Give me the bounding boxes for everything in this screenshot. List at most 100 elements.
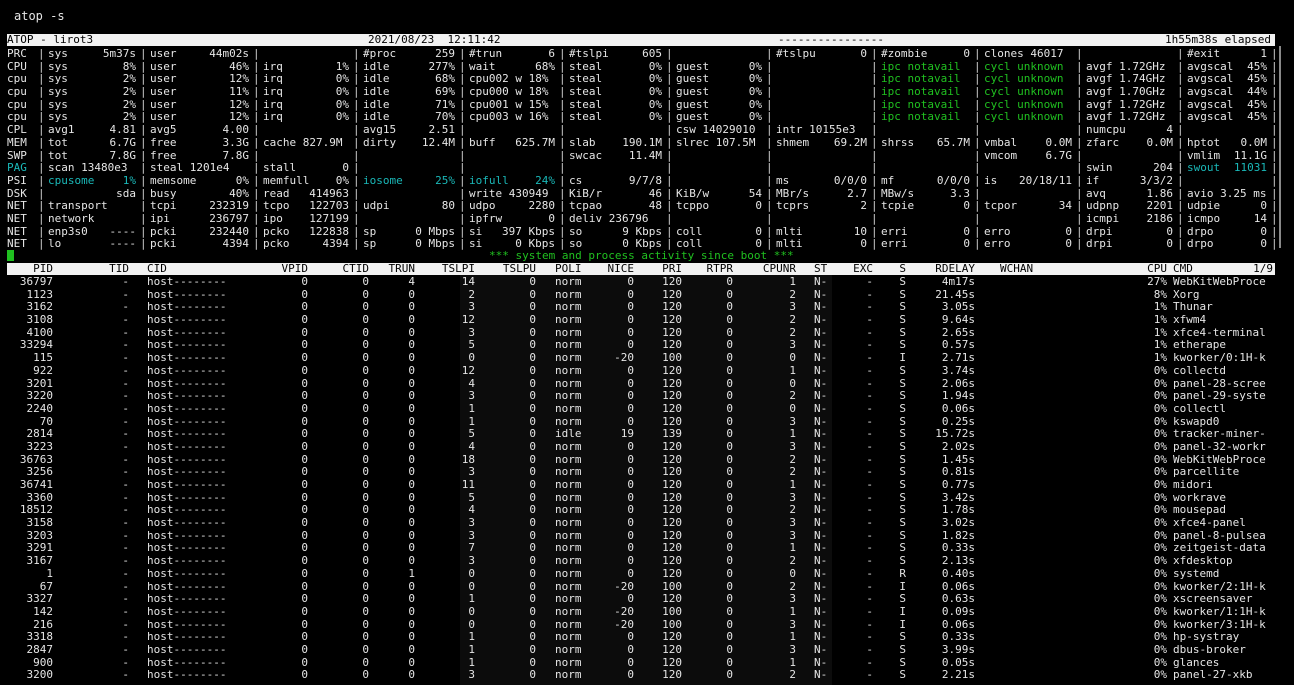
table-row[interactable]: 3158 - host-------- 0 0 0 3 0 norm 0 120 0 3 N- - S 3.02… [7, 516, 1275, 529]
table-cell: 0 [408, 414, 415, 428]
table-cell: N- [814, 452, 828, 466]
table-row[interactable]: 3256 - host-------- 0 0 0 3 0 norm 0 120 0 2 N- - S 0.81… [7, 465, 1275, 478]
table-cell: 1.78s [941, 503, 975, 517]
table-cell: norm [555, 439, 582, 453]
column-header: CID [147, 262, 167, 275]
table-row[interactable]: 142 - host-------- 0 0 0 0 0 norm -20 100 0 1 N- - I 0.0… [7, 605, 1275, 618]
table-cell: - [866, 655, 873, 669]
table-cell: norm [555, 617, 582, 631]
column-separator: | [1076, 237, 1083, 251]
table-row[interactable]: 3203 - host-------- 0 0 0 3 0 norm 0 120 0 3 N- - S 1.82… [7, 529, 1275, 542]
table-cell: host-------- [147, 439, 227, 453]
column-separator: | [559, 97, 566, 111]
table-row[interactable]: 3108- host-------- 0 0 0 12 0 norm 0 120 0 2 N- - S 9.6… [7, 313, 1275, 326]
table-cell: 0.81s [941, 465, 975, 479]
table-cell: 3 [468, 389, 475, 403]
table-row[interactable]: 3167 - host-------- 0 0 0 3 0 norm 0 120 0 2 N- - S 2.13… [7, 554, 1275, 567]
summary-cell-key: free [150, 148, 177, 162]
table-row[interactable]: 2240 - host-------- 0 0 0 1 0 norm 0 120 0 0 N- - S 0.06… [7, 402, 1275, 415]
summary-cell-value: 0 [1065, 237, 1072, 251]
table-cell: 0 [726, 541, 733, 555]
table-row[interactable]: 3291 - host-------- 0 0 0 7 0 norm 0 120 0 1 N- - S 0.33… [7, 541, 1275, 554]
summary-cell-key: tcpao [569, 199, 603, 213]
table-cell: 0 [408, 541, 415, 555]
summary-cell-value: 2186 [1146, 211, 1174, 225]
table-cell: 2.65s [941, 325, 975, 339]
column-separator: | [1177, 148, 1184, 162]
table-cell: collectd [1173, 363, 1226, 377]
table-row[interactable]: 36763 - host-------- 0 0 0 18 0 norm 0 120 0 2 N- - S 1.… [7, 453, 1275, 466]
summary-row: PSI | | | | | | | | | | | | | cpusome 1% memsome 0% memful… [7, 173, 1278, 187]
table-cell: norm [555, 668, 582, 682]
summary-cell-value: 0 [963, 237, 970, 251]
table-row[interactable]: 216 - host-------- 0 0 0 0 0 norm -20 100 0 3 N- - I 0.0… [7, 618, 1275, 631]
table-row[interactable]: 900 - host-------- 0 0 0 1 0 norm 0 120 0 1 N- - S 0.05s… [7, 656, 1275, 669]
table-row[interactable]: 3201 - host-------- 0 0 0 4 0 norm 0 120 0 0 N- - S 2.06… [7, 377, 1275, 390]
table-row[interactable]: 18512 - host-------- 0 0 0 4 0 norm 0 120 0 2 N- - S 1.7… [7, 503, 1275, 516]
process-table[interactable]: 36797- host-------- 0 0 4 14 0 norm 0 120 0 1 N- - S 4m… [7, 275, 1275, 681]
summary-cell-key: mf [881, 173, 895, 187]
summary-cell-key: pcko [263, 237, 290, 251]
table-cell: xfdesktop [1173, 554, 1233, 568]
summary-row-label: CPL [7, 123, 27, 137]
column-header: POLI [555, 262, 582, 275]
table-cell: 0 [726, 554, 733, 568]
table-row[interactable]: 2847 - host-------- 0 0 0 1 0 norm 0 120 0 3 N- - S 3.99… [7, 643, 1275, 656]
table-row[interactable]: 2814 - host-------- 0 0 0 5 0 idle 19 139 0 1 N- - S 15.… [7, 427, 1275, 440]
column-separator: | [38, 237, 45, 251]
table-row[interactable]: 3200 - host-------- 0 0 0 3 0 norm 0 120 0 2 N- - S 2.21… [7, 668, 1275, 681]
table-row[interactable]: 67 - host-------- 0 0 0 0 0 norm -20 100 0 2 N- - I 0.06… [7, 580, 1275, 593]
table-row[interactable]: 36797 - host-------- 0 0 4 14 0 norm 0 120 0 1 N- - S 4m… [7, 275, 1275, 288]
table-row[interactable]: 3223 - host-------- 0 0 0 4 0 norm 0 120 0 3 N- - S 2.02… [7, 440, 1275, 453]
table-cell: N- [814, 617, 828, 631]
summary-cell-value: 11.4M [628, 148, 662, 162]
summary-cell-key: memsome [150, 173, 197, 187]
table-row[interactable]: 3327 - host-------- 0 0 0 1 0 norm 0 120 0 3 N- - S 0.63… [7, 592, 1275, 605]
table-cell: N- [814, 516, 828, 530]
table-row[interactable]: 3360 - host-------- 0 0 0 5 0 norm 0 120 0 3 N- - S 3.42… [7, 491, 1275, 504]
summary-cell-value: 4394 [322, 237, 350, 251]
summary-cell-value: 277% [428, 59, 456, 73]
table-cell: 1 [789, 541, 796, 555]
table-cell: 0 [408, 592, 415, 606]
table-row[interactable]: 1123 - host-------- 0 0 0 2 0 norm 0 120 0 2 N- - S 21.4… [7, 288, 1275, 301]
table-cell: - [866, 465, 873, 479]
table-row[interactable]: 70 - host-------- 0 0 0 1 0 norm 0 120 0 3 N- - S 0.25s 0… [7, 415, 1275, 428]
summary-cell-key: sys [48, 59, 68, 73]
table-cell: norm [555, 275, 582, 288]
table-cell: 0% [1153, 592, 1167, 606]
table-row[interactable]: 3318 - host-------- 0 0 0 1 0 norm 0 120 0 1 N- - S 0.33… [7, 630, 1275, 643]
column-separator: | [1177, 59, 1184, 73]
table-cell: 0 [362, 363, 369, 377]
summary-cell-value: 54 [748, 186, 762, 200]
table-row[interactable]: 3162 - host-------- 0 0 0 3 0 norm 0 120 0 3 N- - S 3.05… [7, 300, 1275, 313]
summary-cell-key: avgscal [1187, 85, 1234, 99]
table-cell: N- [814, 287, 828, 301]
table-cell: 0 [529, 503, 536, 517]
summary-cell-value: 25% [435, 173, 455, 187]
column-separator: | [666, 97, 673, 111]
table-cell: 0 [726, 300, 733, 314]
table-cell: 8% [1153, 287, 1167, 301]
summary-cell-key: sp [363, 237, 377, 251]
column-separator: | [1271, 224, 1278, 238]
table-row[interactable]: 922- host-------- 0 0 0 12 0 norm 0 120 0 1 N- - S 3.74… [7, 364, 1275, 377]
table-row[interactable]: 4100 - host-------- 0 0 0 3 0 norm 0 120 0 2 N- - S 2.65… [7, 326, 1275, 339]
table-row[interactable]: 33294 - host-------- 0 0 0 5 0 norm 0 120 0 3 N- - S 0.5… [7, 338, 1275, 351]
table-row[interactable]: 3220 - host-------- 0 0 0 3 0 norm 0 120 0 2 N- - S 1.94… [7, 389, 1275, 402]
table-row[interactable]: 115 - host-------- 0 0 0 0 0 norm -20 100 0 0 N- - I 2.7… [7, 351, 1275, 364]
table-cell: 0 [529, 516, 536, 530]
table-row[interactable]: 1 - host-------- 0 0 1 0 0 norm 0 120 0 0 N- - R 0.40s 0%… [7, 567, 1275, 580]
column-separator: | [1271, 211, 1278, 225]
table-cell: - [866, 275, 873, 288]
summary-cell-key: pcki [150, 224, 177, 238]
table-row[interactable]: 36741 - host-------- 0 0 0 11 0 norm 0 120 0 1 N- - S 0.… [7, 478, 1275, 491]
table-cell: 4100 [26, 325, 54, 339]
table-cell: 0 [627, 478, 634, 491]
table-cell: 0.77s [941, 478, 975, 491]
column-separator: | [974, 148, 981, 162]
table-cell: N- [814, 528, 828, 542]
table-cell: S [899, 478, 906, 491]
summary-cell-key: steal [569, 110, 603, 124]
table-cell: norm [555, 313, 582, 327]
